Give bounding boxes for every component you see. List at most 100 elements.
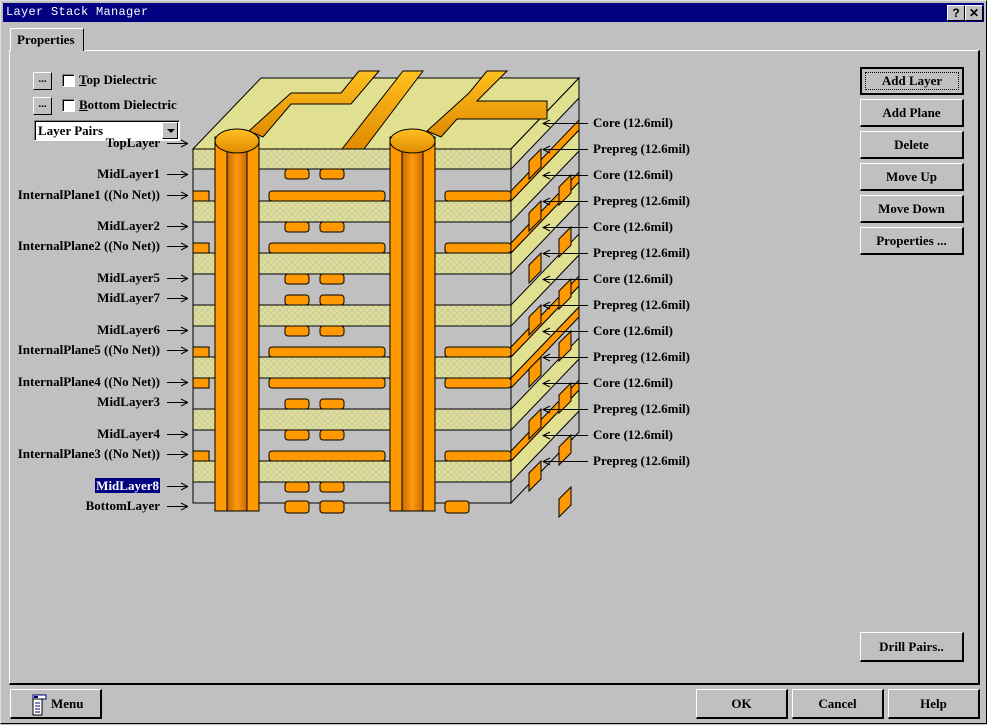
tab-properties[interactable]: Properties [10,28,84,51]
help-button[interactable]: Help [888,689,980,719]
menu-label: Menu [51,695,84,711]
dielectric-label[interactable]: Core (12.6mil) [593,427,673,443]
arrow-right-icon [167,398,188,407]
properties-button[interactable]: Properties ... [860,227,964,255]
signal-pad [284,221,310,233]
arrow-left-icon [542,379,588,388]
layer-label[interactable]: MidLayer2 [97,218,160,233]
delete-button[interactable]: Delete [860,131,964,159]
plane-segment [444,377,512,389]
layer-label[interactable]: MidLayer5 [97,270,160,285]
plane-segment [444,450,512,462]
dielectric-label[interactable]: Core (12.6mil) [593,323,673,339]
plane-segment [268,346,386,358]
arrow-right-icon [167,482,188,491]
dielectric-label[interactable]: Prepreg (12.6mil) [593,349,690,365]
layer-label[interactable]: MidLayer6 [97,322,160,337]
bottom-pad [319,500,345,514]
signal-pad [319,168,345,180]
plane-segment [192,346,210,358]
arrow-left-icon [542,327,588,336]
via-hole [401,136,424,512]
signal-pad [284,481,310,493]
arrow-left-icon [542,171,588,180]
plane-segment [192,450,210,462]
plane-segment [192,377,210,389]
signal-pad [319,429,345,441]
signal-pad [319,273,345,285]
bottom-pad [284,500,310,514]
tab-label: Properties [17,32,75,47]
arrow-right-icon [167,326,188,335]
arrow-left-icon [542,431,588,440]
layer-label[interactable]: MidLayer7 [97,290,160,305]
arrow-right-icon [167,430,188,439]
layer-label[interactable]: MidLayer1 [97,166,160,181]
arrow-left-icon [542,275,588,284]
drill-pairs-button[interactable]: Drill Pairs.. [860,632,964,662]
dielectric-label[interactable]: Core (12.6mil) [593,375,673,391]
layer-label[interactable]: MidLayer8 [95,478,160,493]
layer-label[interactable]: InternalPlane4 ((No Net)) [18,374,160,389]
layer-label[interactable]: MidLayer3 [97,394,160,409]
menu-button[interactable]: Menu [10,689,102,719]
arrow-left-icon [542,249,588,258]
arrow-right-icon [167,274,188,283]
arrow-left-icon [542,145,588,154]
layer-label[interactable]: InternalPlane5 ((No Net)) [18,342,160,357]
move-up-button[interactable]: Move Up [860,163,964,191]
layer-label[interactable]: InternalPlane3 ((No Net)) [18,446,160,461]
dielectric-label[interactable]: Prepreg (12.6mil) [593,193,690,209]
bottom-pad [444,500,470,514]
cancel-button[interactable]: Cancel [792,689,884,719]
arrow-right-icon [167,242,188,251]
add-plane-button[interactable]: Add Plane [860,99,964,127]
signal-pad [284,294,310,306]
arrow-left-icon [542,405,588,414]
layer-label[interactable]: InternalPlane2 ((No Net)) [18,238,160,253]
dielectric-label[interactable]: Prepreg (12.6mil) [593,297,690,313]
arrow-right-icon [167,170,188,179]
dielectric-label[interactable]: Core (12.6mil) [593,115,673,131]
layer-stack-diagram [191,70,581,519]
signal-pad [284,168,310,180]
layer-label[interactable]: TopLayer [106,135,160,150]
arrow-left-icon [542,353,588,362]
move-down-button[interactable]: Move Down [860,195,964,223]
arrow-left-icon [542,301,588,310]
dielectric-label[interactable]: Core (12.6mil) [593,271,673,287]
plane-segment [192,190,210,202]
arrow-right-icon [167,294,188,303]
signal-pad [284,273,310,285]
ok-button[interactable]: OK [696,689,788,719]
signal-pad [319,294,345,306]
arrow-right-icon [167,139,188,148]
dielectric-label[interactable]: Core (12.6mil) [593,167,673,183]
side-pad [558,485,572,519]
plane-segment [444,190,512,202]
add-layer-button[interactable]: Add Layer [860,67,964,95]
dielectric-label[interactable]: Core (12.6mil) [593,219,673,235]
via-top [389,128,436,154]
plane-segment [192,242,210,254]
dielectric-label[interactable]: Prepreg (12.6mil) [593,141,690,157]
arrow-right-icon [167,191,188,200]
plane-segment [444,242,512,254]
arrow-right-icon [167,502,188,511]
signal-pad [284,429,310,441]
arrow-right-icon [167,450,188,459]
signal-pad [319,398,345,410]
dielectric-label[interactable]: Prepreg (12.6mil) [593,245,690,261]
plane-segment [268,377,386,389]
signal-pad [284,325,310,337]
dielectric-label[interactable]: Prepreg (12.6mil) [593,453,690,469]
layer-label[interactable]: InternalPlane1 ((No Net)) [18,187,160,202]
arrow-right-icon [167,222,188,231]
layer-label[interactable]: BottomLayer [86,498,160,513]
chevron-down-icon[interactable] [162,122,178,139]
layer-label[interactable]: MidLayer4 [97,426,160,441]
signal-pad [319,481,345,493]
dielectric-label[interactable]: Prepreg (12.6mil) [593,401,690,417]
signal-pad [284,398,310,410]
arrow-left-icon [542,223,588,232]
